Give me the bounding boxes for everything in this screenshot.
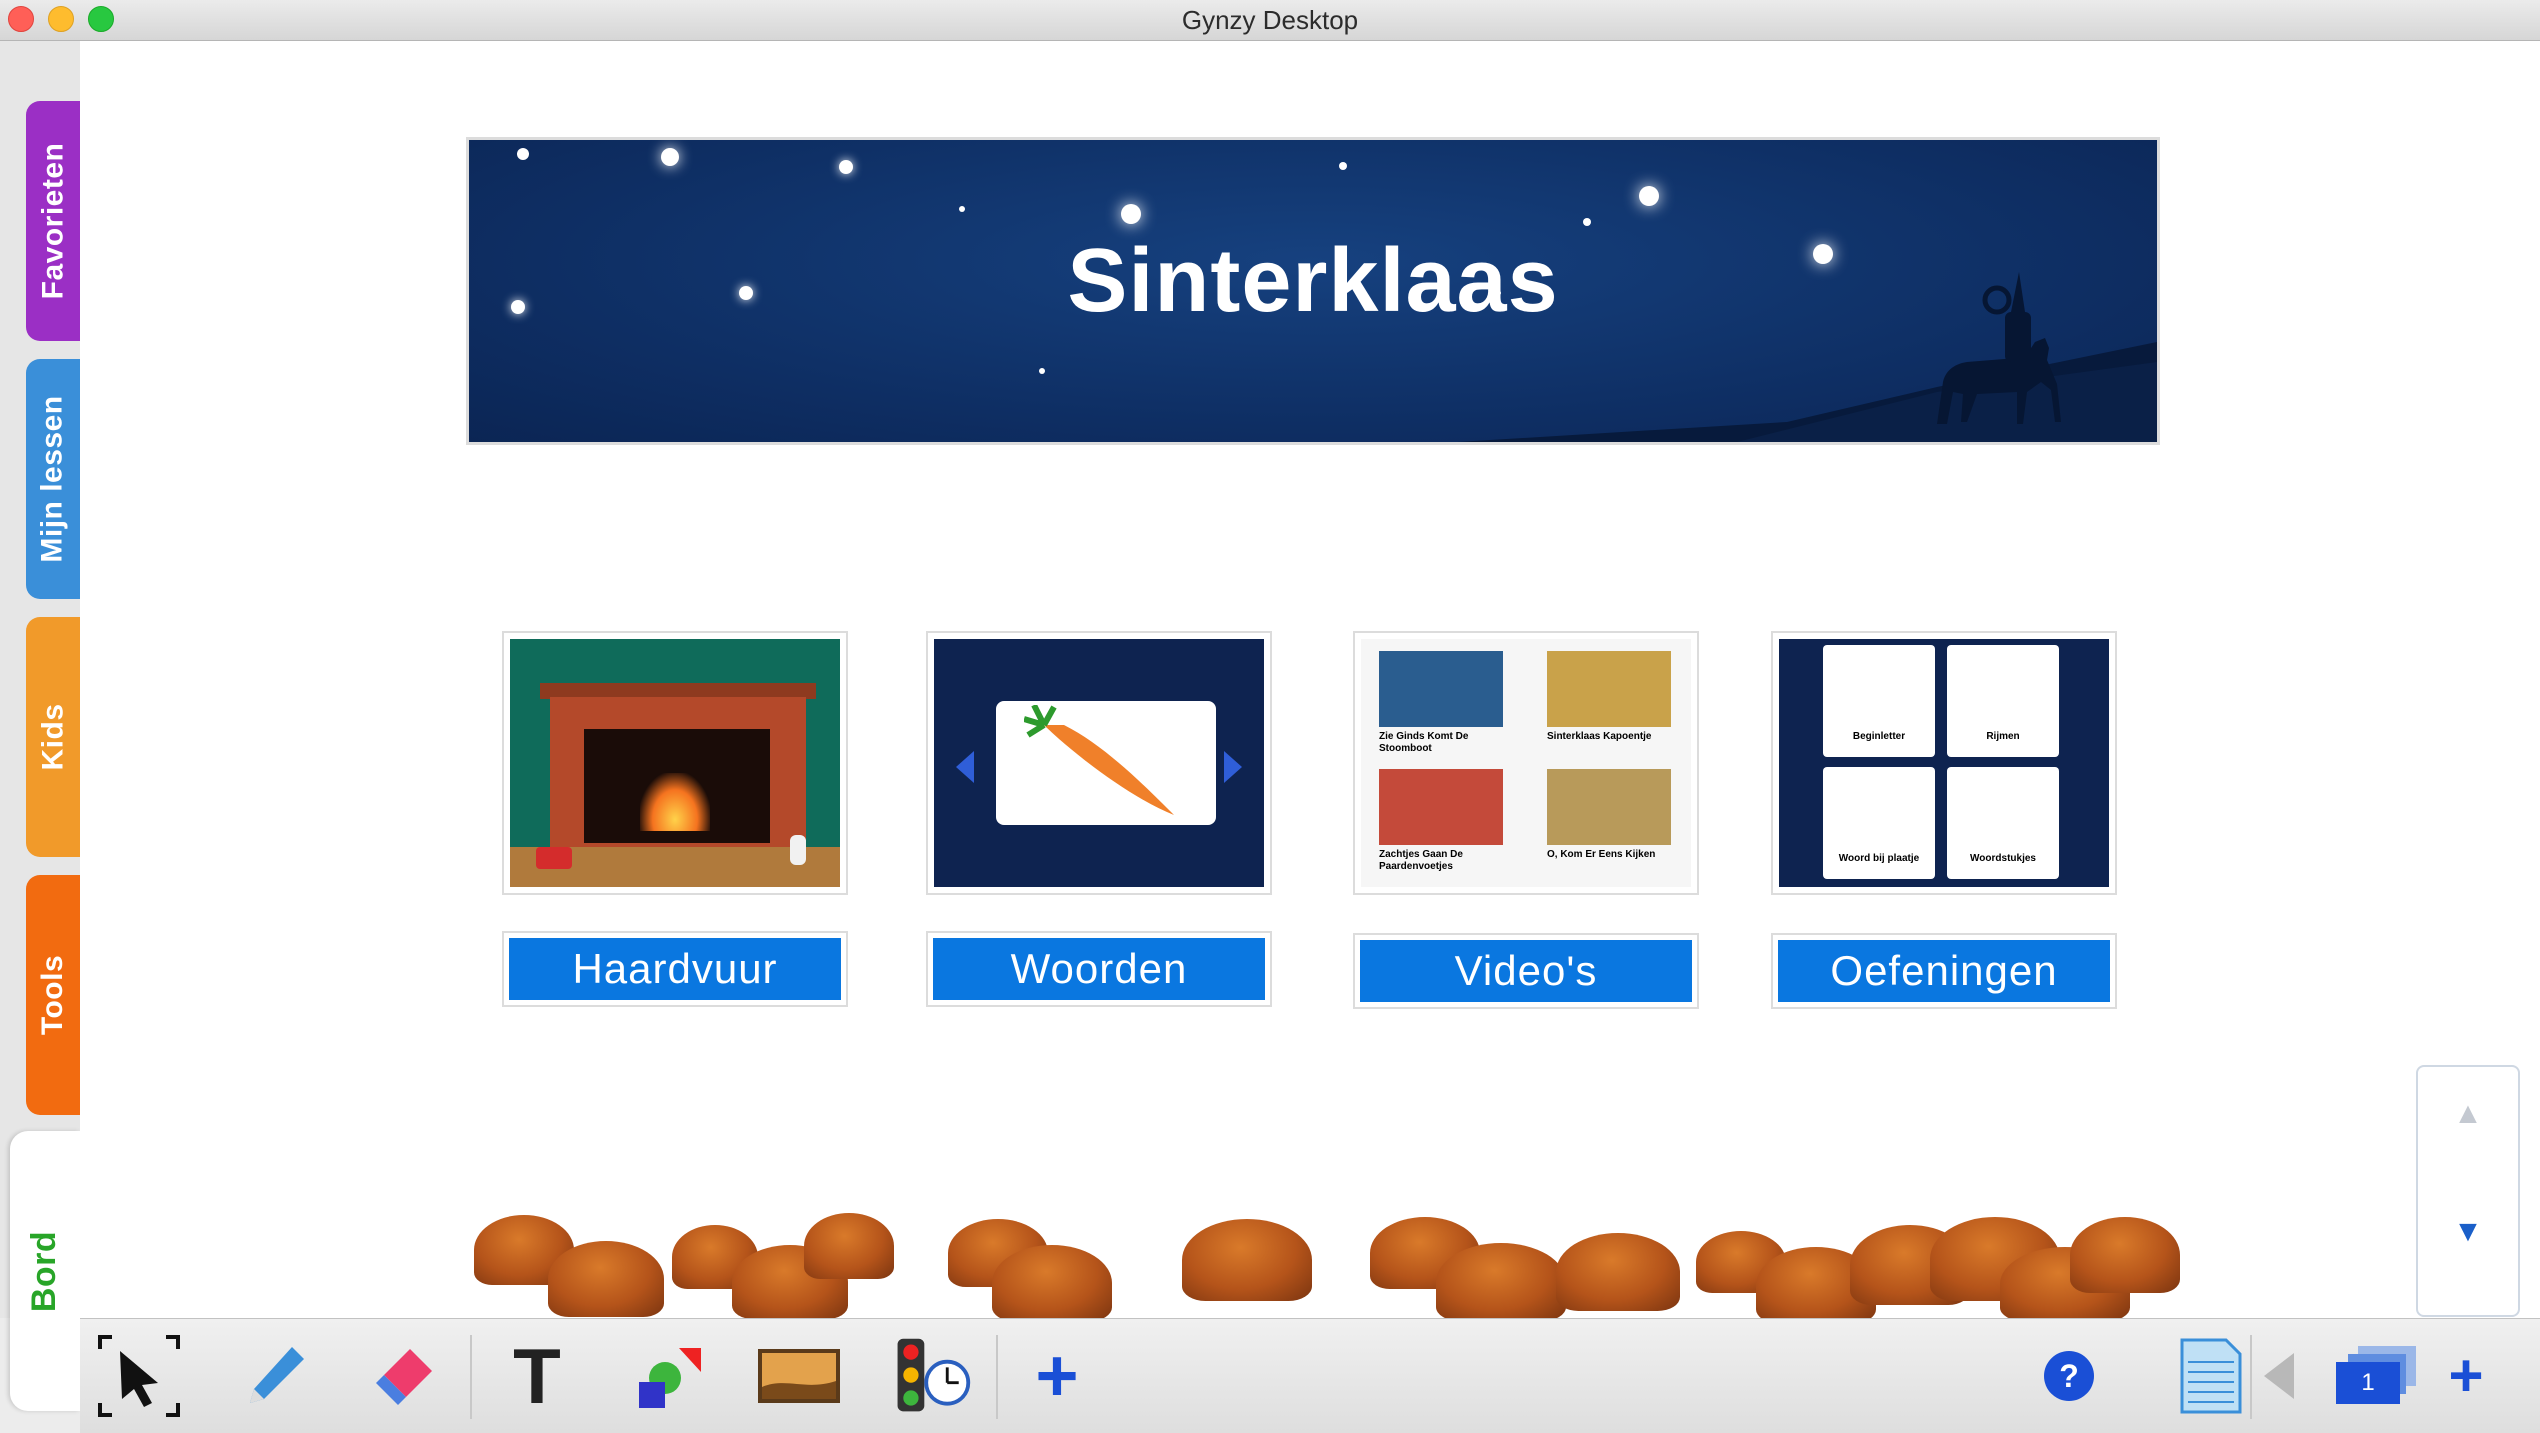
star: [1039, 368, 1045, 374]
tab-label: Mijn lessen: [36, 395, 69, 563]
shapes-icon: [639, 1348, 701, 1408]
image-icon: [758, 1349, 840, 1403]
traffic-light-timer-icon: [897, 1338, 971, 1412]
scroll-up-icon[interactable]: ▲: [2418, 1097, 2518, 1131]
star: [517, 148, 529, 160]
exercise-caption: Woordstukjes: [1970, 853, 2036, 864]
woorden-button[interactable]: Woorden: [926, 931, 1272, 1007]
oefeningen-button[interactable]: Oefeningen: [1771, 933, 2117, 1009]
toolbar-divider: [996, 1335, 998, 1419]
window-titlebar: Gynzy Desktop: [0, 0, 2540, 41]
bottom-toolbar: T + ? 1 +: [80, 1318, 2540, 1433]
tab-label: Favorieten: [36, 142, 69, 300]
star: [1339, 162, 1347, 170]
button-label: Video's: [1360, 940, 1692, 1002]
notes-icon: [2180, 1338, 2242, 1414]
add-tool-icon: +: [1035, 1334, 1079, 1417]
tab-favorieten[interactable]: Favorieten: [26, 101, 80, 341]
exercise-caption: Rijmen: [1986, 731, 2020, 742]
star: [661, 148, 679, 166]
select-tool-icon: [98, 1335, 180, 1417]
text-tool-button[interactable]: T: [494, 1331, 580, 1420]
pen-icon: [250, 1347, 304, 1403]
pen-tool-button[interactable]: [232, 1333, 318, 1419]
shapes-tool-button[interactable]: [626, 1333, 712, 1419]
exercise-caption: Woord bij plaatje: [1838, 853, 1920, 864]
video-caption: Zie Ginds Komt De Stoomboot: [1379, 731, 1469, 754]
tab-label: Tools: [36, 954, 69, 1036]
card-oefeningen[interactable]: Beginletter Rijmen Woord bij plaatje Woo…: [1771, 631, 2117, 895]
exercise-grid-thumbnail: Beginletter Rijmen Woord bij plaatje Woo…: [1779, 639, 2109, 887]
toolbar-divider: [470, 1335, 472, 1419]
star: [1121, 204, 1141, 224]
star: [959, 206, 965, 212]
tab-bord[interactable]: Bord: [10, 1131, 80, 1411]
button-label: Woorden: [933, 938, 1265, 1000]
previous-page-button[interactable]: [2252, 1333, 2306, 1419]
tab-label: Kids: [36, 703, 70, 771]
star: [1583, 218, 1591, 226]
timer-tool-button[interactable]: [888, 1333, 974, 1419]
board-canvas[interactable]: Sinterklaas Zie Ginds Komt De Stoomboot …: [80, 41, 2540, 1318]
exercise-caption: Beginletter: [1852, 731, 1906, 742]
page-scroll-control: ▲ ▼: [2416, 1065, 2520, 1317]
card-haardvuur[interactable]: [502, 631, 848, 895]
image-tool-button[interactable]: [756, 1333, 842, 1419]
tab-kids[interactable]: Kids: [26, 617, 80, 857]
help-icon: ?: [2044, 1351, 2094, 1401]
prev-page-icon: [2264, 1353, 2294, 1399]
word-card-thumbnail: [934, 639, 1264, 887]
star: [839, 160, 853, 174]
rooftop-silhouette: [1457, 272, 2157, 442]
button-label: Haardvuur: [509, 938, 841, 1000]
tab-label: Bord: [25, 1230, 64, 1312]
scroll-down-icon[interactable]: ▼: [2418, 1215, 2518, 1249]
video-grid-thumbnail: Zie Ginds Komt De Stoomboot Sinterklaas …: [1361, 639, 1691, 887]
notes-button[interactable]: [2168, 1333, 2254, 1419]
tab-tools[interactable]: Tools: [26, 875, 80, 1115]
svg-text:?: ?: [2059, 1358, 2079, 1394]
help-button[interactable]: ?: [2026, 1333, 2112, 1419]
videos-button[interactable]: Video's: [1353, 933, 1699, 1009]
video-caption: Sinterklaas Kapoentje: [1547, 731, 1652, 742]
sinterklaas-banner: Sinterklaas: [466, 137, 2160, 445]
select-tool-button[interactable]: [96, 1333, 182, 1419]
card-videos[interactable]: Zie Ginds Komt De Stoomboot Sinterklaas …: [1353, 631, 1699, 895]
eraser-tool-button[interactable]: [362, 1333, 448, 1419]
page-number: 1: [2336, 1362, 2400, 1404]
tab-mijn-lessen[interactable]: Mijn lessen: [26, 359, 80, 599]
button-label: Oefeningen: [1778, 940, 2110, 1002]
add-page-button[interactable]: +: [2436, 1333, 2496, 1419]
window-title: Gynzy Desktop: [1181, 5, 1359, 35]
sidebar: Favorieten Mijn lessen Kids Tools Bord: [0, 41, 80, 1411]
carrot-icon: [1024, 705, 1174, 815]
eraser-icon: [376, 1349, 432, 1405]
page-overview-button[interactable]: 1: [2326, 1333, 2426, 1419]
add-page-icon: +: [2448, 1342, 2484, 1409]
video-caption: Zachtjes Gaan De Paardenvoetjes: [1379, 849, 1463, 872]
add-tool-button[interactable]: +: [1014, 1333, 1100, 1419]
card-woorden[interactable]: [926, 631, 1272, 895]
page-icon: 1: [2336, 1346, 2416, 1406]
fireplace-thumbnail: [510, 639, 840, 887]
star: [1639, 186, 1659, 206]
text-icon: T: [513, 1331, 561, 1420]
video-caption: O, Kom Er Eens Kijken: [1547, 849, 1656, 860]
haardvuur-button[interactable]: Haardvuur: [502, 931, 848, 1007]
